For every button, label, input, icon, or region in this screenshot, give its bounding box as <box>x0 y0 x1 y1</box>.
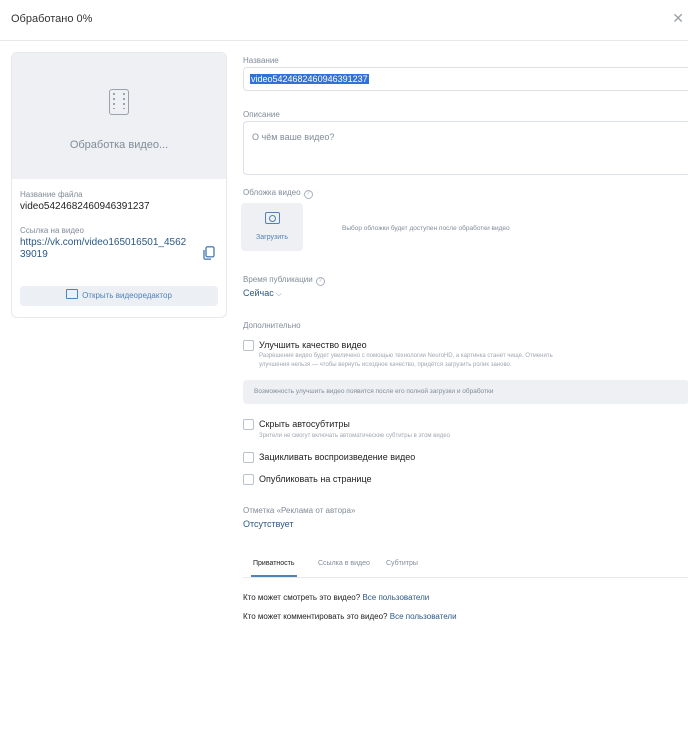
pubtime-label-text: Время публикации <box>243 275 313 284</box>
hide-subtitles-checkbox[interactable] <box>243 419 254 430</box>
help-icon[interactable]: ? <box>303 190 313 199</box>
enhance-info-box: Возможность улучшить видео появится посл… <box>243 380 688 404</box>
enhance-info-text: Возможность улучшить видео появится посл… <box>254 388 494 395</box>
film-icon <box>109 89 129 115</box>
enhance-desc-2: улучшения нельзя — чтобы вернуть исходно… <box>259 362 512 368</box>
cover-hint: Выбор обложки будет доступен после обраб… <box>342 225 510 232</box>
description-placeholder: О чём ваше видео? <box>252 132 335 142</box>
camera-icon <box>265 212 280 224</box>
comment-privacy-link[interactable]: Все пользователи <box>390 612 457 621</box>
processing-status: Обработка видео... <box>69 139 169 151</box>
upload-cover-label: Загрузить <box>256 234 288 241</box>
close-icon[interactable]: ✕ <box>672 10 684 27</box>
file-name-label: Название файла <box>20 190 83 199</box>
hide-subtitles-desc: Зрители не смогут включать автоматически… <box>259 433 450 439</box>
copy-icon[interactable] <box>203 246 215 260</box>
tab-privacy[interactable]: Приватность <box>253 560 295 567</box>
modal-header: Обработано 0% ✕ <box>0 0 688 41</box>
tab-video-link[interactable]: Ссылка в видео <box>318 560 370 567</box>
pubtime-value: Сейчас <box>243 288 274 298</box>
loop-checkbox[interactable] <box>243 452 254 463</box>
view-privacy-row: Кто может смотреть это видео? Все пользо… <box>243 593 429 602</box>
view-privacy-link[interactable]: Все пользователи <box>362 593 429 602</box>
name-input[interactable]: video5424682460946391237 <box>243 67 688 91</box>
video-link-label: Ссылка на видео <box>20 226 84 235</box>
video-link[interactable]: https://vk.com/video165016501_456239019 <box>20 237 188 261</box>
name-label: Название <box>243 56 279 65</box>
publish-checkbox[interactable] <box>243 474 254 485</box>
loop-label: Зацикливать воспроизведение видео <box>259 452 416 462</box>
enhance-desc-1: Разрешение видео будет увеличено с помощ… <box>259 353 553 359</box>
comment-privacy-question: Кто может комментировать это видео? <box>243 612 388 621</box>
enhance-label: Улучшить качество видео <box>259 340 367 350</box>
open-video-editor-label: Открыть видеоредактор <box>82 291 172 300</box>
upload-cover-button[interactable]: Загрузить <box>241 203 303 251</box>
video-preview: Обработка видео... <box>12 53 226 179</box>
settings-tabs: Приватность Ссылка в видео Субтитры <box>243 553 688 578</box>
chevron-down-icon: ⌵ <box>276 291 282 298</box>
file-name-value: video5424682460946391237 <box>20 201 150 212</box>
hide-subtitles-label: Скрыть автосубтитры <box>259 419 350 429</box>
upload-progress-title: Обработано 0% <box>11 13 93 25</box>
publish-label: Опубликовать на странице <box>259 474 372 484</box>
name-input-value: video5424682460946391237 <box>250 74 369 84</box>
comment-privacy-row: Кто может комментировать это видео? Все … <box>243 612 457 621</box>
ad-mark-label: Отметка «Реклама от автора» <box>243 506 356 515</box>
ad-mark-value[interactable]: Отсутствует <box>243 519 293 529</box>
description-input[interactable]: О чём ваше видео? <box>243 121 688 175</box>
video-info-card: Обработка видео... Название файла video5… <box>11 52 227 318</box>
pubtime-select[interactable]: Сейчас ⌵ <box>243 288 282 299</box>
pubtime-label: Время публикации? <box>243 275 325 286</box>
open-video-editor-button[interactable]: Открыть видеоредактор <box>20 286 218 306</box>
extra-label: Дополнительно <box>243 321 301 330</box>
tab-subtitles[interactable]: Субтитры <box>386 560 418 567</box>
enhance-checkbox[interactable] <box>243 340 254 351</box>
active-tab-indicator <box>251 575 297 577</box>
view-privacy-question: Кто может смотреть это видео? <box>243 593 361 602</box>
help-icon[interactable]: ? <box>315 277 325 286</box>
cover-label: Обложка видео? <box>243 188 313 199</box>
description-label: Описание <box>243 110 280 119</box>
video-editor-icon <box>66 289 79 299</box>
cover-label-text: Обложка видео <box>243 188 301 197</box>
